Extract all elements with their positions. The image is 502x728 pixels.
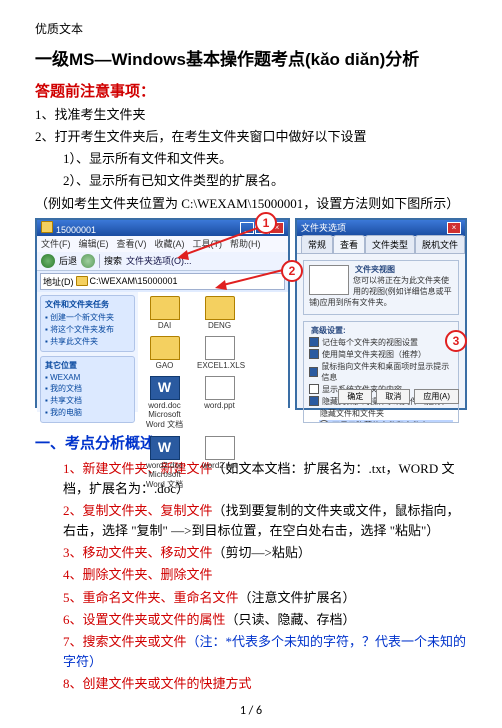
file-icon	[205, 376, 235, 400]
notice-line: （例如考生文件夹位置为 C:\WEXAM\15000001，设置方法则如下图所示…	[35, 194, 467, 214]
addr-label: 地址(D)	[43, 275, 74, 288]
file-item[interactable]: word.doc Microsoft Word 文档	[142, 376, 187, 430]
search-label: 搜索	[104, 254, 122, 267]
menu-view[interactable]: 查看(V)	[117, 237, 147, 251]
file-item[interactable]: GAO	[142, 336, 187, 370]
menu-edit[interactable]: 编辑(E)	[79, 237, 109, 251]
opt-item: 隐藏文件和文件夹	[320, 408, 384, 419]
point-5: 5、重命名文件夹、重命名文件（注意文件扩展名）	[63, 588, 467, 608]
side-item[interactable]: 我的电脑	[45, 407, 130, 418]
opt-item: 鼠标指向文件夹和桌面项时显示提示信息	[321, 361, 453, 383]
top-note: 优质文本	[35, 20, 467, 37]
annotation-2: 2	[281, 260, 303, 282]
file-item[interactable]: word.ppt	[197, 376, 242, 430]
opt-item: 记住每个文件夹的视图设置	[322, 337, 418, 348]
advanced-legend: 高级设置:	[309, 325, 348, 336]
dialog-title: 文件夹选项	[301, 221, 346, 234]
file-item[interactable]: word2.doc Microsoft Word 文档	[142, 436, 187, 490]
back-button[interactable]	[41, 254, 55, 268]
annotation-1: 1	[255, 212, 277, 234]
cancel-button[interactable]: 取消	[376, 389, 410, 404]
file-item[interactable]: DENG	[197, 296, 242, 330]
side-item[interactable]: 共享此文件夹	[45, 336, 130, 347]
notice-line: 1、找准考生文件夹	[35, 105, 467, 125]
file-icon	[205, 436, 235, 460]
apply-button[interactable]: 应用(A)	[414, 389, 459, 404]
dialog-tabs: 常规 查看 文件类型 脱机文件	[297, 236, 465, 254]
notice-subline: 1）、显示所有文件和文件夹。	[63, 149, 467, 169]
side-item[interactable]: 共享文档	[45, 395, 130, 406]
point-4: 4、删除文件夹、删除文件	[63, 565, 467, 585]
page-title: 一级MS—Windows基本操作题考点(kǎo diǎn)分析	[35, 45, 467, 70]
file-item[interactable]: DAI	[142, 296, 187, 330]
point-2: 2、复制文件夹、复制文件（找到要复制的文件夹或文件，鼠标指向，右击，选择 "复制…	[63, 501, 467, 541]
forward-button[interactable]	[81, 254, 95, 268]
notice-subline: 2）、显示所有已知文件类型的扩展名。	[63, 171, 467, 191]
side-item[interactable]: WEXAM	[45, 373, 130, 382]
preview-icon	[309, 265, 349, 295]
menu-file[interactable]: 文件(F)	[41, 237, 71, 251]
addr-path: C:\WEXAM\15000001	[90, 276, 178, 286]
page-number: 1 / 6	[35, 704, 467, 718]
file-item[interactable]: word2.ppt	[197, 436, 242, 490]
screenshot-figure: 1 2 3 15000001 _ □ × 文件(F) 编辑(E) 查看(V) 收…	[35, 218, 467, 418]
radio-icon[interactable]	[319, 420, 329, 423]
tab-view[interactable]: 查看	[333, 235, 365, 253]
explorer-title: 15000001	[56, 225, 96, 235]
close-button[interactable]: ×	[447, 222, 461, 234]
side-item[interactable]: 我的文档	[45, 383, 130, 394]
folder-icon	[41, 221, 53, 233]
side-group-head: 文件和文件夹任务	[45, 299, 130, 310]
point-7: 7、搜索文件夹或文件（注：*代表多个未知的字符，？代表一个未知的字符）	[63, 632, 467, 672]
side-item[interactable]: 创建一个新文件夹	[45, 312, 130, 323]
opt-item: 使用简单文件夹视图（推荐）	[322, 349, 426, 360]
tab-general[interactable]: 常规	[301, 235, 333, 253]
point-1: 1、新建文件夹、新建文件（如文本文档：扩展名为：.txt，WORD 文档，扩展名…	[63, 459, 467, 499]
side-item[interactable]: 将这个文件夹发布	[45, 324, 130, 335]
checkbox-icon[interactable]	[309, 384, 319, 394]
file-item[interactable]: EXCEL1.XLS	[197, 336, 242, 370]
opt-item: 不显示隐藏的文件和文件夹	[332, 420, 428, 423]
folder-icon	[150, 296, 180, 320]
file-icon	[205, 336, 235, 360]
word-icon	[150, 436, 180, 460]
overview-heading: 一、考点分析概述	[35, 432, 467, 453]
folder-options-dialog: 文件夹选项 × 常规 查看 文件类型 脱机文件 文件夹视图 您可以将正在为此文件…	[295, 218, 467, 410]
folder-icon	[205, 296, 235, 320]
explorer-sidebar: 文件和文件夹任务 创建一个新文件夹 将这个文件夹发布 共享此文件夹 其它位置 W…	[37, 292, 138, 412]
folder-icon	[76, 276, 88, 286]
annotation-3: 3	[445, 330, 467, 352]
dialog-titlebar: 文件夹选项 ×	[297, 220, 465, 236]
folder-views-legend: 文件夹视图	[353, 264, 397, 275]
checkbox-icon[interactable]	[309, 396, 319, 406]
point-6: 6、设置文件夹或文件的属性（只读、隐藏、存档）	[63, 610, 467, 630]
ok-button[interactable]: 确定	[338, 389, 372, 404]
notice-heading: 答题前注意事项：	[35, 80, 467, 101]
checkbox-icon[interactable]	[309, 337, 319, 347]
tab-offline[interactable]: 脱机文件	[415, 235, 465, 253]
back-label: 后退	[59, 254, 77, 267]
point-3: 3、移动文件夹、移动文件（剪切—>粘贴）	[63, 543, 467, 563]
word-icon	[150, 376, 180, 400]
explorer-filepane: DAI DENG GAO EXCEL1.XLS word.doc Microso…	[138, 292, 288, 412]
point-8: 8、创建文件夹或文件的快捷方式	[63, 674, 467, 694]
checkbox-icon[interactable]	[309, 349, 319, 359]
side-group-head: 其它位置	[45, 360, 130, 371]
checkbox-icon[interactable]	[309, 367, 318, 377]
tab-filetypes[interactable]: 文件类型	[365, 235, 415, 253]
folder-icon	[150, 336, 180, 360]
notice-line: 2、打开考生文件夹后，在考生文件夹窗口中做好以下设置	[35, 127, 467, 147]
